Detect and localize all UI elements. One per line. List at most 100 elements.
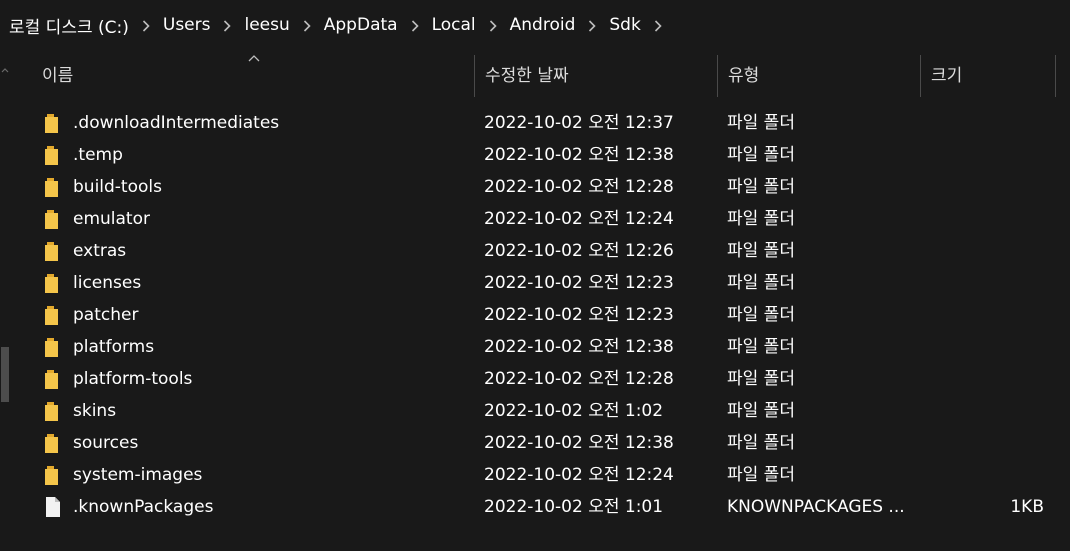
breadcrumb-label: Local [431, 15, 476, 35]
date-modified: 2022-10-02 오전 12:38 [484, 337, 674, 357]
column-header-size[interactable]: 크기 [920, 55, 1055, 97]
column-header-row: 이름 수정한 날짜 유형 크기 [10, 55, 1070, 97]
date-modified: 2022-10-02 오전 12:28 [484, 369, 674, 389]
file-type: 파일 폴더 [727, 369, 795, 389]
folder-icon [44, 464, 62, 486]
chevron-right-icon[interactable] [644, 18, 672, 32]
folder-icon [44, 368, 62, 390]
navigation-pane-scrollbar[interactable] [0, 55, 10, 551]
file-name: skins [73, 401, 117, 421]
file-type: 파일 폴더 [727, 113, 795, 133]
file-name: platform-tools [73, 369, 193, 389]
breadcrumb-item-users[interactable]: Users [160, 0, 214, 50]
file-type: KNOWNPACKAGES ... [727, 497, 905, 517]
date-modified: 2022-10-02 오전 1:02 [484, 401, 664, 421]
file-list-row[interactable]: build-tools 2022-10-02 오전 12:28 파일 폴더 [10, 171, 1070, 203]
chevron-right-icon[interactable] [213, 18, 241, 32]
file-list-row[interactable]: emulator 2022-10-02 오전 12:24 파일 폴더 [10, 203, 1070, 235]
chevron-right-icon[interactable] [578, 18, 606, 32]
scroll-up-arrow-icon[interactable] [0, 65, 10, 75]
file-type: 파일 폴더 [727, 401, 795, 421]
file-type: 파일 폴더 [727, 145, 795, 165]
folder-icon [44, 144, 62, 166]
date-modified: 2022-10-02 오전 1:01 [484, 497, 664, 517]
chevron-right-icon[interactable] [293, 18, 321, 32]
file-size: 1KB [1010, 497, 1044, 517]
breadcrumb-label: Sdk [609, 15, 641, 35]
breadcrumb-label: AppData [323, 15, 398, 35]
folder-icon [44, 240, 62, 262]
folder-icon [44, 400, 62, 422]
file-name: system-images [73, 465, 203, 485]
chevron-right-icon[interactable] [479, 18, 507, 32]
breadcrumb-label: leesu [244, 15, 290, 35]
folder-icon [44, 336, 62, 358]
date-modified: 2022-10-02 오전 12:38 [484, 433, 674, 453]
folder-icon [44, 432, 62, 454]
folder-icon [44, 208, 62, 230]
folder-icon [44, 304, 62, 326]
breadcrumb: 로컬 디스크 (C:) Users leesu AppData Local An… [0, 0, 1070, 50]
breadcrumb-label: Users [162, 15, 211, 35]
file-name: patcher [73, 305, 139, 325]
file-type: 파일 폴더 [727, 433, 795, 453]
folder-icon [44, 176, 62, 198]
date-modified: 2022-10-02 오전 12:26 [484, 241, 674, 261]
date-modified: 2022-10-02 오전 12:38 [484, 145, 674, 165]
breadcrumb-item-appdata[interactable]: AppData [321, 0, 401, 50]
file-type: 파일 폴더 [727, 273, 795, 293]
column-header-date-modified[interactable]: 수정한 날짜 [474, 55, 717, 97]
breadcrumb-item-leesu[interactable]: leesu [241, 0, 292, 50]
column-divider [1055, 55, 1056, 97]
file-list: .downloadIntermediates 2022-10-02 오전 12:3… [10, 107, 1070, 523]
file-list-row[interactable]: skins 2022-10-02 오전 1:02 파일 폴더 [10, 395, 1070, 427]
date-modified: 2022-10-02 오전 12:23 [484, 305, 674, 325]
scrollbar-thumb[interactable] [1, 347, 9, 402]
file-type: 파일 폴더 [727, 465, 795, 485]
file-list-row[interactable]: platforms 2022-10-02 오전 12:38 파일 폴더 [10, 331, 1070, 363]
date-modified: 2022-10-02 오전 12:37 [484, 113, 674, 133]
file-list-pane: 이름 수정한 날짜 유형 크기 .downloadIntermediates 20… [10, 55, 1070, 551]
date-modified: 2022-10-02 오전 12:23 [484, 273, 674, 293]
file-list-row[interactable]: patcher 2022-10-02 오전 12:23 파일 폴더 [10, 299, 1070, 331]
file-type: 파일 폴더 [727, 209, 795, 229]
chevron-right-icon[interactable] [132, 18, 160, 32]
file-name: .knownPackages [73, 497, 214, 517]
file-list-row[interactable]: licenses 2022-10-02 오전 12:23 파일 폴더 [10, 267, 1070, 299]
file-name: emulator [73, 209, 150, 229]
folder-icon [44, 112, 62, 134]
file-name: platforms [73, 337, 155, 357]
file-name: .temp [73, 145, 123, 165]
file-type: 파일 폴더 [727, 337, 795, 357]
file-type: 파일 폴더 [727, 241, 795, 261]
breadcrumb-label: Android [509, 15, 576, 35]
file-name: extras [73, 241, 127, 261]
file-type: 파일 폴더 [727, 177, 795, 197]
file-list-row[interactable]: sources 2022-10-02 오전 12:38 파일 폴더 [10, 427, 1070, 459]
file-list-row[interactable]: extras 2022-10-02 오전 12:26 파일 폴더 [10, 235, 1070, 267]
breadcrumb-item-local[interactable]: Local [429, 0, 479, 50]
file-list-row[interactable]: system-images 2022-10-02 오전 12:24 파일 폴더 [10, 459, 1070, 491]
chevron-right-icon[interactable] [401, 18, 429, 32]
file-list-row[interactable]: .knownPackages 2022-10-02 오전 1:01 KNOWNPAC… [10, 491, 1070, 523]
column-header-name[interactable]: 이름 [32, 55, 474, 97]
file-list-row[interactable]: .temp 2022-10-02 오전 12:38 파일 폴더 [10, 139, 1070, 171]
file-list-row[interactable]: platform-tools 2022-10-02 오전 12:28 파일 폴더 [10, 363, 1070, 395]
folder-icon [44, 272, 62, 294]
file-icon [44, 496, 62, 518]
breadcrumb-item-android[interactable]: Android [507, 0, 579, 50]
date-modified: 2022-10-02 오전 12:24 [484, 465, 674, 485]
file-type: 파일 폴더 [727, 305, 795, 325]
file-explorer-window: 로컬 디스크 (C:) Users leesu AppData Local An… [0, 0, 1070, 551]
breadcrumb-item-sdk[interactable]: Sdk [606, 0, 643, 50]
date-modified: 2022-10-02 오전 12:24 [484, 209, 674, 229]
file-list-row[interactable]: .downloadIntermediates 2022-10-02 오전 12:3… [10, 107, 1070, 139]
file-name: licenses [73, 273, 142, 293]
date-modified: 2022-10-02 오전 12:28 [484, 177, 674, 197]
breadcrumb-item-local-disk[interactable]: 로컬 디스크 (C:) [6, 0, 132, 50]
file-name: sources [73, 433, 139, 453]
file-name: .downloadIntermediates [73, 113, 280, 133]
file-name: build-tools [73, 177, 162, 197]
breadcrumb-label: 로컬 디스크 (C:) [9, 17, 129, 38]
column-header-type[interactable]: 유형 [717, 55, 920, 97]
